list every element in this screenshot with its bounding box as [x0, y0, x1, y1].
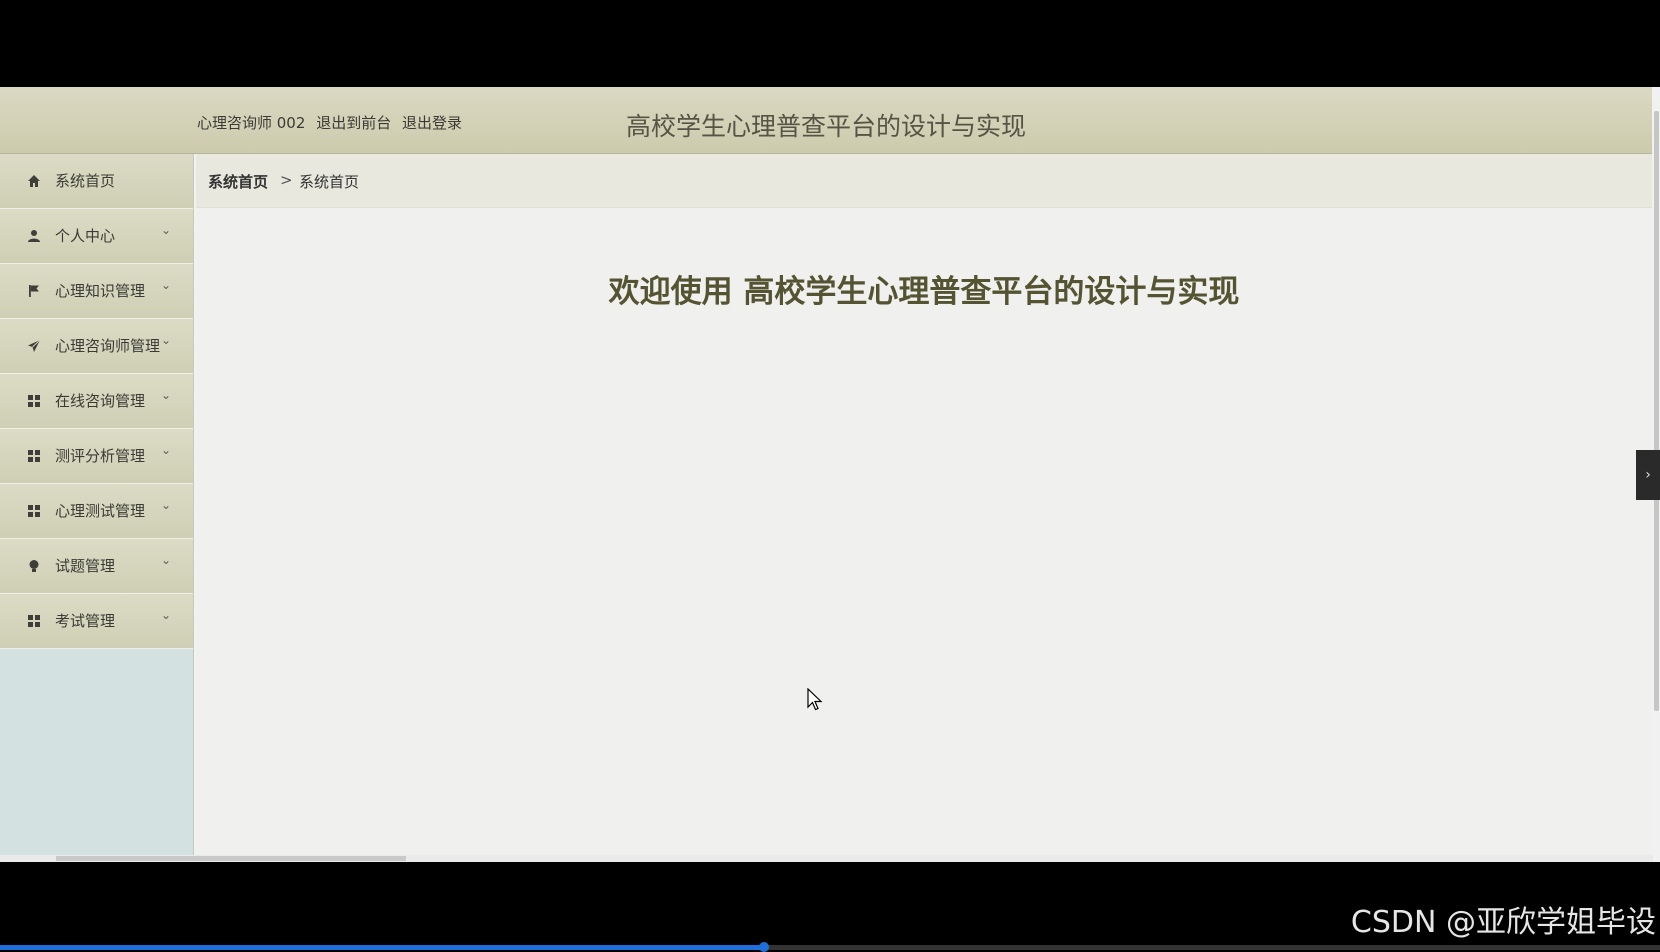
sidebar-item-personal-center[interactable]: 个人中心 ⌄ [0, 209, 193, 264]
chevron-down-icon: ⌄ [161, 388, 172, 402]
chevron-down-icon: ⌄ [161, 498, 172, 512]
user-icon [27, 228, 41, 242]
paper-plane-icon [27, 338, 41, 352]
mouse-cursor-icon [807, 687, 823, 716]
chevron-down-icon: ⌄ [161, 443, 172, 457]
breadcrumb: 系统首页 > 系统首页 [196, 154, 1652, 208]
sidebar-item-label: 测评分析管理 [55, 447, 146, 465]
expand-panel-button[interactable]: › [1636, 450, 1660, 500]
grid-icon [27, 503, 41, 517]
sidebar-item-assessment[interactable]: 测评分析管理 ⌄ [0, 429, 193, 484]
grid-icon [27, 448, 41, 462]
top-header: 心理咨询师 002 退出到前台 退出登录 高校学生心理普查平台的设计与实现 [0, 87, 1652, 154]
sidebar-item-exam[interactable]: 考试管理 ⌄ [0, 594, 193, 649]
logout-link[interactable]: 退出登录 [402, 114, 462, 132]
user-links: 心理咨询师 002 退出到前台 退出登录 [197, 112, 468, 133]
chevron-down-icon: ⌄ [161, 553, 172, 567]
sidebar-item-label: 考试管理 [55, 612, 116, 630]
horizontal-scrollbar[interactable] [0, 855, 1653, 862]
sidebar-item-questions[interactable]: 试题管理 ⌄ [0, 539, 193, 594]
scrollbar-thumb[interactable] [1654, 111, 1659, 711]
video-progress-played [0, 945, 764, 950]
sidebar-item-home[interactable]: 系统首页 [0, 154, 193, 209]
home-icon [27, 173, 41, 187]
sidebar-item-label: 个人中心 [55, 227, 116, 245]
watermark-text: CSDN @亚欣学姐毕设 [1350, 905, 1656, 940]
bulb-icon [27, 558, 41, 572]
flag-icon [27, 283, 41, 297]
breadcrumb-current: 系统首页 [299, 173, 360, 191]
sidebar-item-label: 心理咨询师管理 [55, 337, 161, 355]
site-title: 高校学生心理普查平台的设计与实现 [626, 112, 1027, 141]
chevron-down-icon: ⌄ [161, 278, 172, 292]
scrollbar-thumb[interactable] [56, 856, 406, 861]
sidebar-item-online-consult[interactable]: 在线咨询管理 ⌄ [0, 374, 193, 429]
chevron-down-icon: ⌄ [161, 223, 172, 237]
sidebar-item-label: 心理测试管理 [55, 502, 146, 520]
breadcrumb-home-link[interactable]: 系统首页 [208, 171, 268, 192]
grid-icon [27, 613, 41, 627]
video-progress-bar[interactable] [0, 942, 1660, 952]
sidebar-item-label: 在线咨询管理 [55, 392, 146, 410]
exit-to-frontend-link[interactable]: 退出到前台 [316, 114, 391, 132]
breadcrumb-separator: > [280, 171, 293, 189]
sidebar-item-psych-test[interactable]: 心理测试管理 ⌄ [0, 484, 193, 539]
user-name: 心理咨询师 002 [197, 114, 306, 132]
chevron-down-icon: ⌄ [161, 333, 172, 347]
grid-icon [27, 393, 41, 407]
sidebar: 系统首页 个人中心 ⌄ 心理知识管理 ⌄ 心理咨询师管理 ⌄ 在线咨询管理 ⌄ … [0, 154, 194, 862]
sidebar-item-label: 系统首页 [55, 172, 116, 190]
video-progress-knob[interactable] [758, 942, 769, 952]
app-window: 心理咨询师 002 退出到前台 退出登录 高校学生心理普查平台的设计与实现 系统… [0, 87, 1660, 862]
chevron-right-icon: › [1645, 467, 1651, 483]
sidebar-item-label: 心理知识管理 [55, 282, 146, 300]
sidebar-item-label: 试题管理 [55, 557, 116, 575]
welcome-heading: 欢迎使用 高校学生心理普查平台的设计与实现 [608, 274, 1240, 310]
sidebar-item-knowledge[interactable]: 心理知识管理 ⌄ [0, 264, 193, 319]
chevron-down-icon: ⌄ [161, 608, 172, 622]
sidebar-item-counselor[interactable]: 心理咨询师管理 ⌄ [0, 319, 193, 374]
main-content: 系统首页 > 系统首页 欢迎使用 高校学生心理普查平台的设计与实现 [196, 154, 1652, 862]
